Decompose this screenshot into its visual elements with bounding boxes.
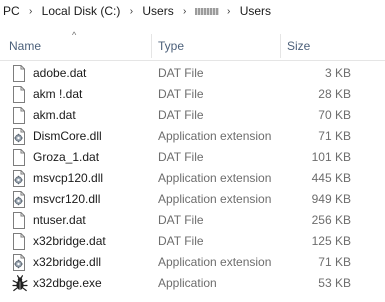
file-name: x32bridge.dll <box>33 255 102 269</box>
column-header-size[interactable]: Size <box>281 30 385 60</box>
file-type: DAT File <box>158 150 204 164</box>
file-name: x32dbge.exe <box>33 276 102 290</box>
file-size: 101 KB <box>311 150 351 164</box>
document-icon <box>12 65 26 82</box>
column-header-type[interactable]: Type <box>152 30 280 60</box>
dll-gear-icon <box>12 128 26 145</box>
file-row[interactable]: ntuser.dat DAT File 256 KB <box>0 210 385 231</box>
file-row[interactable]: x32dbge.exe Application 53 KB <box>0 273 385 294</box>
file-name: Groza_1.dat <box>33 150 100 164</box>
file-size: 53 KB <box>318 276 351 290</box>
file-size: 445 KB <box>311 171 351 185</box>
breadcrumb-separator-icon[interactable]: › <box>121 6 141 17</box>
document-icon <box>12 233 26 250</box>
bug-icon <box>12 275 28 292</box>
dll-gear-icon <box>12 191 26 208</box>
file-size: 256 KB <box>311 213 351 227</box>
file-type: DAT File <box>158 213 204 227</box>
breadcrumb: PC › Local Disk (C:) › Users › › Users <box>0 0 385 22</box>
file-type: DAT File <box>158 87 204 101</box>
file-row[interactable]: DismCore.dll Application extension 71 KB <box>0 126 385 147</box>
file-size: 70 KB <box>318 108 351 122</box>
file-row[interactable]: Groza_1.dat DAT File 101 KB <box>0 147 385 168</box>
file-type: DAT File <box>158 108 204 122</box>
breadcrumb-item-local-disk[interactable]: Local Disk (C:) <box>41 4 122 18</box>
file-size: 3 KB <box>324 66 351 80</box>
file-row[interactable]: x32bridge.dll Application extension 71 KB <box>0 252 385 273</box>
file-type: Application extension <box>158 192 272 206</box>
breadcrumb-item-users-current[interactable]: Users <box>239 4 272 18</box>
document-icon <box>12 107 26 124</box>
file-name: DismCore.dll <box>33 129 102 143</box>
file-name: akm.dat <box>33 108 76 122</box>
file-name: akm !.dat <box>33 87 83 101</box>
breadcrumb-separator-icon[interactable]: › <box>175 6 195 17</box>
file-type: Application <box>158 276 217 290</box>
file-row[interactable]: msvcr120.dll Application extension 949 KB <box>0 189 385 210</box>
file-name: ntuser.dat <box>33 213 86 227</box>
file-row[interactable]: adobe.dat DAT File 3 KB <box>0 63 385 84</box>
file-name: x32bridge.dat <box>33 234 106 248</box>
file-type: DAT File <box>158 66 204 80</box>
file-type: Application extension <box>158 255 272 269</box>
document-icon <box>12 212 26 229</box>
file-row[interactable]: msvcp120.dll Application extension 445 KB <box>0 168 385 189</box>
dll-gear-icon <box>12 254 26 271</box>
file-type: Application extension <box>158 129 272 143</box>
file-size: 949 KB <box>311 192 351 206</box>
dll-gear-icon <box>12 170 26 187</box>
breadcrumb-separator-icon[interactable]: › <box>21 6 41 17</box>
file-name: adobe.dat <box>33 66 87 80</box>
file-size: 28 KB <box>318 87 351 101</box>
file-size: 71 KB <box>318 255 351 269</box>
file-list: adobe.dat DAT File 3 KB akm !.dat DAT File 28… <box>0 63 385 294</box>
redacted-username[interactable] <box>194 8 219 15</box>
document-icon <box>12 149 26 166</box>
breadcrumb-separator-icon[interactable]: › <box>219 6 239 17</box>
column-header-row: ^ Name Type Size <box>0 30 385 61</box>
column-header-name[interactable]: Name <box>0 30 151 60</box>
file-row[interactable]: akm !.dat DAT File 28 KB <box>0 84 385 105</box>
file-size: 71 KB <box>318 129 351 143</box>
file-name: msvcp120.dll <box>33 171 104 185</box>
file-size: 125 KB <box>311 234 351 248</box>
document-icon <box>12 86 26 103</box>
file-name: msvcr120.dll <box>33 192 101 206</box>
breadcrumb-item-users[interactable]: Users <box>141 4 174 18</box>
file-row[interactable]: x32bridge.dat DAT File 125 KB <box>0 231 385 252</box>
file-row[interactable]: akm.dat DAT File 70 KB <box>0 105 385 126</box>
breadcrumb-item-pc[interactable]: PC <box>2 4 21 18</box>
file-type: DAT File <box>158 234 204 248</box>
file-type: Application extension <box>158 171 272 185</box>
file-explorer-window: PC › Local Disk (C:) › Users › › Users ^… <box>0 0 385 302</box>
